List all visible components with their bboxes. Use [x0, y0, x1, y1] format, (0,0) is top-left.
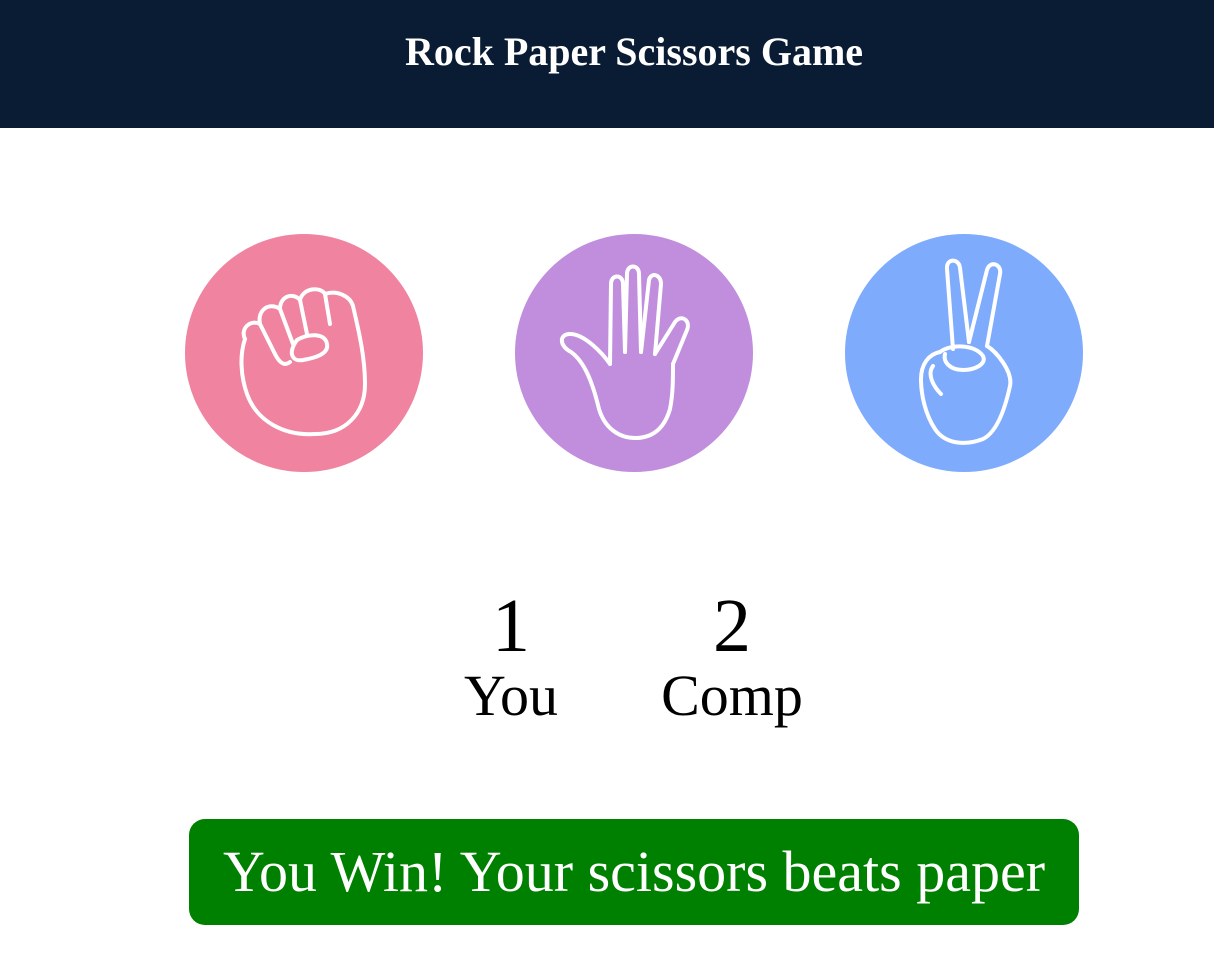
- peace-hand-icon: [845, 234, 1083, 472]
- open-hand-icon: [515, 234, 753, 472]
- user-score-label: You: [463, 663, 559, 728]
- result-message: You Win! Your scissors beats paper: [189, 819, 1079, 925]
- comp-score-value: 2: [713, 584, 751, 668]
- header-bar: Rock Paper Scissors Game: [0, 0, 1214, 128]
- comp-score-label: Comp: [661, 663, 803, 728]
- comp-score: 2 Comp: [632, 578, 832, 726]
- fist-icon: [185, 234, 423, 472]
- scissors-choice[interactable]: [845, 234, 1083, 472]
- user-score: 1 You: [411, 578, 611, 726]
- rock-choice[interactable]: [185, 234, 423, 472]
- page-title: Rock Paper Scissors Game: [404, 28, 864, 74]
- user-score-value: 1: [492, 584, 530, 668]
- paper-choice[interactable]: [515, 234, 753, 472]
